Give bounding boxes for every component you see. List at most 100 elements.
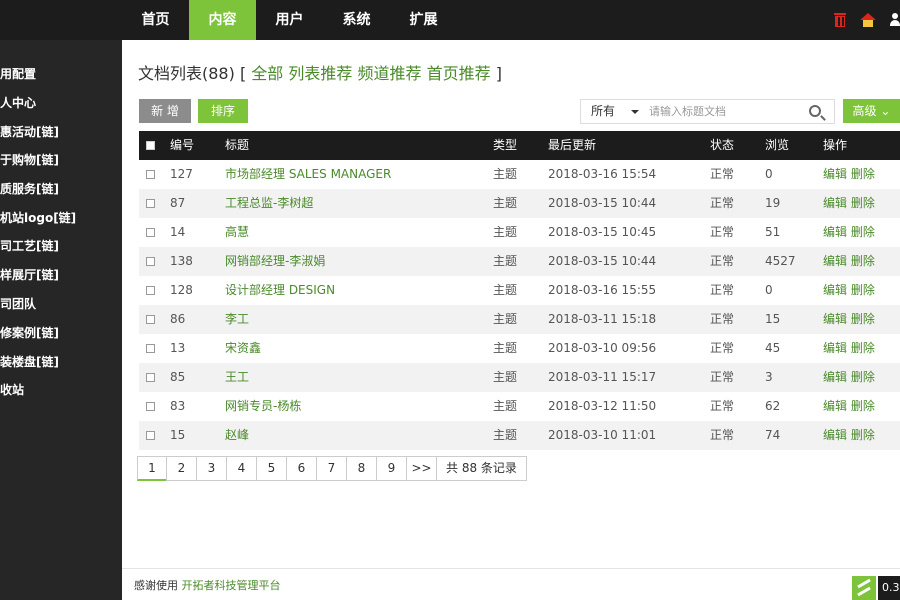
delete-link[interactable]: 删除 xyxy=(851,370,875,384)
col-status: 状态 xyxy=(710,138,735,152)
edit-link[interactable]: 编辑 xyxy=(823,283,847,297)
cell-title-link[interactable]: 高慧 xyxy=(225,218,249,247)
cell-type: 主题 xyxy=(493,254,518,268)
cell-type: 主题 xyxy=(493,283,518,297)
nav-extensions[interactable]: 扩展 xyxy=(390,0,457,40)
delete-link[interactable]: 删除 xyxy=(851,283,875,297)
nav-content[interactable]: 内容 xyxy=(189,0,256,40)
nav-home[interactable]: 首页 xyxy=(122,0,189,40)
select-all-checkbox[interactable] xyxy=(146,141,155,150)
row-checkbox[interactable] xyxy=(146,199,155,208)
cell-views: 0 xyxy=(765,167,773,181)
row-checkbox[interactable] xyxy=(146,344,155,353)
row-checkbox[interactable] xyxy=(146,228,155,237)
delete-link[interactable]: 删除 xyxy=(851,196,875,210)
edit-link[interactable]: 编辑 xyxy=(823,167,847,181)
cell-actions: 编辑 删除 xyxy=(823,305,875,334)
cell-title-link[interactable]: 宋资鑫 xyxy=(225,334,261,363)
cell-status: 正常 xyxy=(710,341,735,355)
sidebar-item-mobile-logo[interactable]: 机站logo[链] xyxy=(0,209,76,226)
sidebar-item-service[interactable]: 质服务[链] xyxy=(0,180,59,197)
col-actions: 操作 xyxy=(823,138,848,152)
row-checkbox[interactable] xyxy=(146,431,155,440)
page-3-button[interactable]: 3 xyxy=(196,456,227,481)
filter-list-recommend-link[interactable]: 列表推荐 xyxy=(288,64,352,83)
cell-views: 74 xyxy=(765,428,781,442)
sidebar-item-properties[interactable]: 装楼盘[链] xyxy=(0,353,59,370)
row-checkbox[interactable] xyxy=(146,373,155,382)
cell-status: 正常 xyxy=(710,167,735,181)
next-page-button[interactable]: >> xyxy=(406,456,437,481)
page-9-button[interactable]: 9 xyxy=(376,456,407,481)
page-1-button[interactable]: 1 xyxy=(137,456,167,481)
edit-link[interactable]: 编辑 xyxy=(823,254,847,268)
trash-icon[interactable] xyxy=(834,13,846,27)
filter-channel-recommend-link[interactable]: 频道推荐 xyxy=(358,64,422,83)
cell-title-link[interactable]: 网销部经理-李淑娟 xyxy=(225,247,325,276)
page-6-button[interactable]: 6 xyxy=(286,456,317,481)
sidebar-item-cases[interactable]: 修案例[链] xyxy=(0,324,59,341)
sidebar-item-config[interactable]: 用配置 xyxy=(0,65,36,82)
page-4-button[interactable]: 4 xyxy=(226,456,257,481)
cell-updated: 2018-03-15 10:45 xyxy=(548,225,657,239)
add-button[interactable]: 新 增 xyxy=(139,99,191,123)
sidebar-item-promotions[interactable]: 惠活动[链] xyxy=(0,123,59,140)
filter-all-link[interactable]: 全部 xyxy=(251,64,283,83)
delete-link[interactable]: 删除 xyxy=(851,399,875,413)
row-checkbox[interactable] xyxy=(146,170,155,179)
search-box: 所有 xyxy=(580,99,835,124)
edit-link[interactable]: 编辑 xyxy=(823,341,847,355)
delete-link[interactable]: 删除 xyxy=(851,167,875,181)
search-input[interactable] xyxy=(649,103,799,120)
cell-title-link[interactable]: 工程总监-李树超 xyxy=(225,189,313,218)
home-icon[interactable] xyxy=(860,13,876,27)
sort-button[interactable]: 排序 xyxy=(198,99,248,123)
edit-link[interactable]: 编辑 xyxy=(823,428,847,442)
sidebar-item-team[interactable]: 司团队 xyxy=(0,295,36,312)
delete-link[interactable]: 删除 xyxy=(851,341,875,355)
caret-down-icon xyxy=(631,110,639,114)
delete-link[interactable]: 删除 xyxy=(851,428,875,442)
delete-link[interactable]: 删除 xyxy=(851,225,875,239)
sidebar-item-personal-center[interactable]: 人中心 xyxy=(0,94,36,111)
sidebar-item-shopping[interactable]: 于购物[链] xyxy=(0,151,59,168)
cell-views: 15 xyxy=(765,312,781,326)
edit-link[interactable]: 编辑 xyxy=(823,196,847,210)
edit-link[interactable]: 编辑 xyxy=(823,399,847,413)
cell-title-link[interactable]: 赵峰 xyxy=(225,421,249,450)
edit-link[interactable]: 编辑 xyxy=(823,312,847,326)
page-5-button[interactable]: 5 xyxy=(256,456,287,481)
cell-title-link[interactable]: 王工 xyxy=(225,363,249,392)
delete-link[interactable]: 删除 xyxy=(851,254,875,268)
cell-title-link[interactable]: 设计部经理 DESIGN xyxy=(225,276,335,305)
page-7-button[interactable]: 7 xyxy=(316,456,347,481)
nav-system[interactable]: 系统 xyxy=(323,0,390,40)
delete-link[interactable]: 删除 xyxy=(851,312,875,326)
cell-title-link[interactable]: 市场部经理 SALES MANAGER xyxy=(225,160,391,189)
page-2-button[interactable]: 2 xyxy=(166,456,197,481)
search-icon[interactable] xyxy=(809,105,821,117)
col-id: 编号 xyxy=(170,138,195,152)
user-icon[interactable] xyxy=(890,13,900,27)
sidebar-item-showroom[interactable]: 样展厅[链] xyxy=(0,266,59,283)
sidebar-item-recycle[interactable]: 收站 xyxy=(0,381,24,398)
nav-users[interactable]: 用户 xyxy=(256,0,323,40)
filter-home-recommend-link[interactable]: 首页推荐 xyxy=(427,64,491,83)
sidebar-item-craft[interactable]: 司工艺[链] xyxy=(0,237,59,254)
scope-select[interactable]: 所有 xyxy=(581,100,643,123)
advanced-button[interactable]: 高级 ⌄ xyxy=(843,99,900,123)
page-8-button[interactable]: 8 xyxy=(346,456,377,481)
footer-platform-link[interactable]: 开拓者科技管理平台 xyxy=(182,579,281,592)
row-checkbox[interactable] xyxy=(146,286,155,295)
edit-link[interactable]: 编辑 xyxy=(823,370,847,384)
row-checkbox[interactable] xyxy=(146,315,155,324)
cell-type: 主题 xyxy=(493,399,518,413)
row-checkbox[interactable] xyxy=(146,402,155,411)
row-checkbox[interactable] xyxy=(146,257,155,266)
cell-type: 主题 xyxy=(493,225,518,239)
cell-status: 正常 xyxy=(710,428,735,442)
cell-title-link[interactable]: 李工 xyxy=(225,305,249,334)
edit-link[interactable]: 编辑 xyxy=(823,225,847,239)
cell-id: 15 xyxy=(170,428,186,442)
cell-title-link[interactable]: 网销专员-杨栋 xyxy=(225,392,301,421)
